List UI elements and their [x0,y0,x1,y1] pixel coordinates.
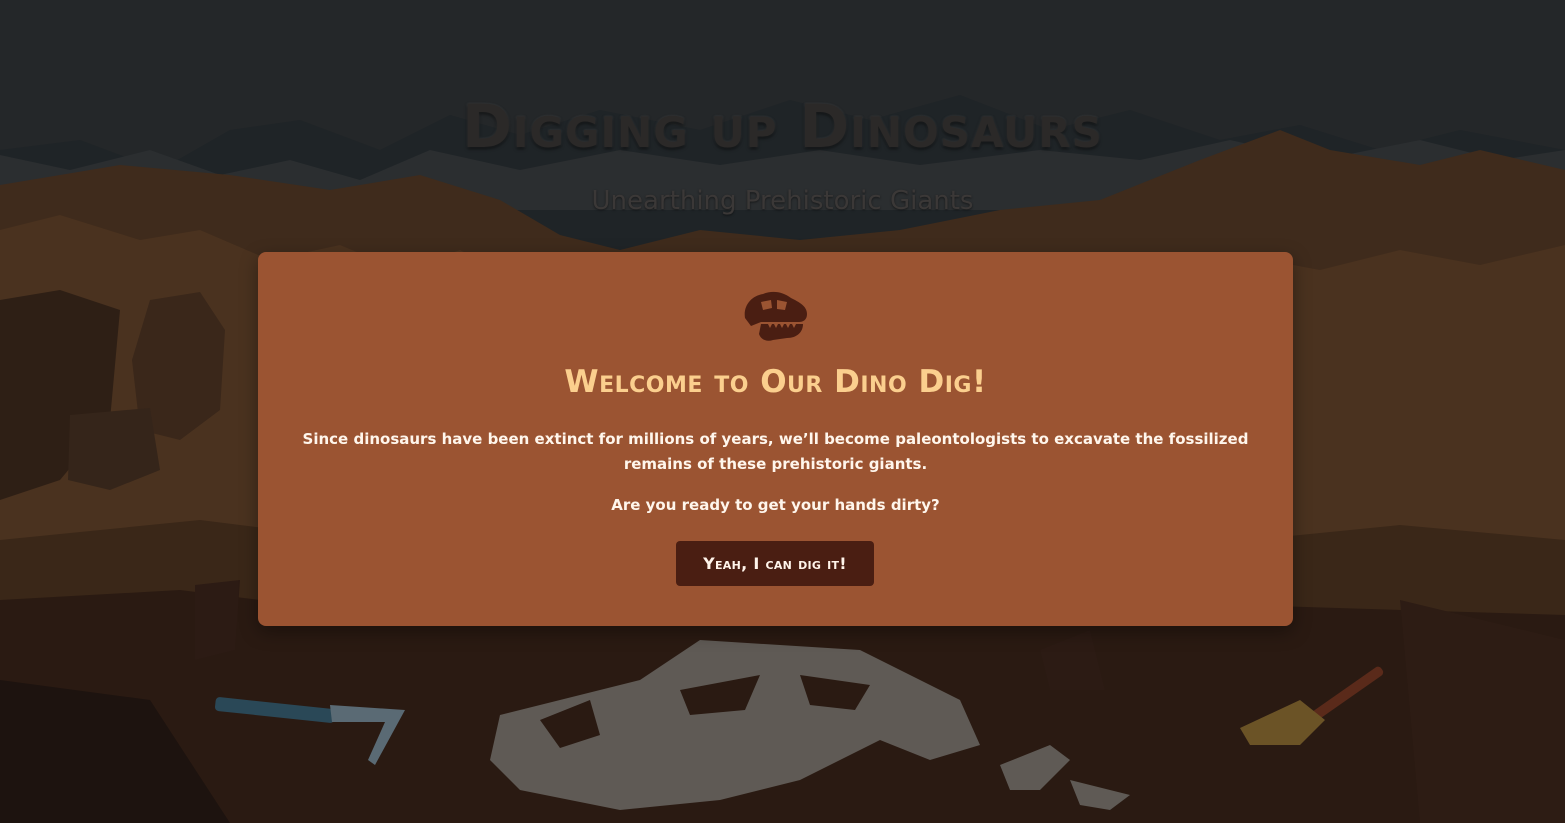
page-title: Digging up Dinosaurs [462,92,1103,162]
dinosaur-skull-icon [744,291,807,341]
welcome-dialog: Welcome to Our Dino Dig! Since dinosaurs… [258,252,1293,626]
start-dig-button[interactable]: Yeah, I can dig it! [676,541,874,586]
welcome-description: Since dinosaurs have been extinct for mi… [302,430,1249,473]
welcome-question: Are you ready to get your hands dirty? [611,496,940,514]
page-subtitle: Unearthing Prehistoric Giants [591,186,974,216]
welcome-heading: Welcome to Our Dino Dig! [564,364,987,400]
